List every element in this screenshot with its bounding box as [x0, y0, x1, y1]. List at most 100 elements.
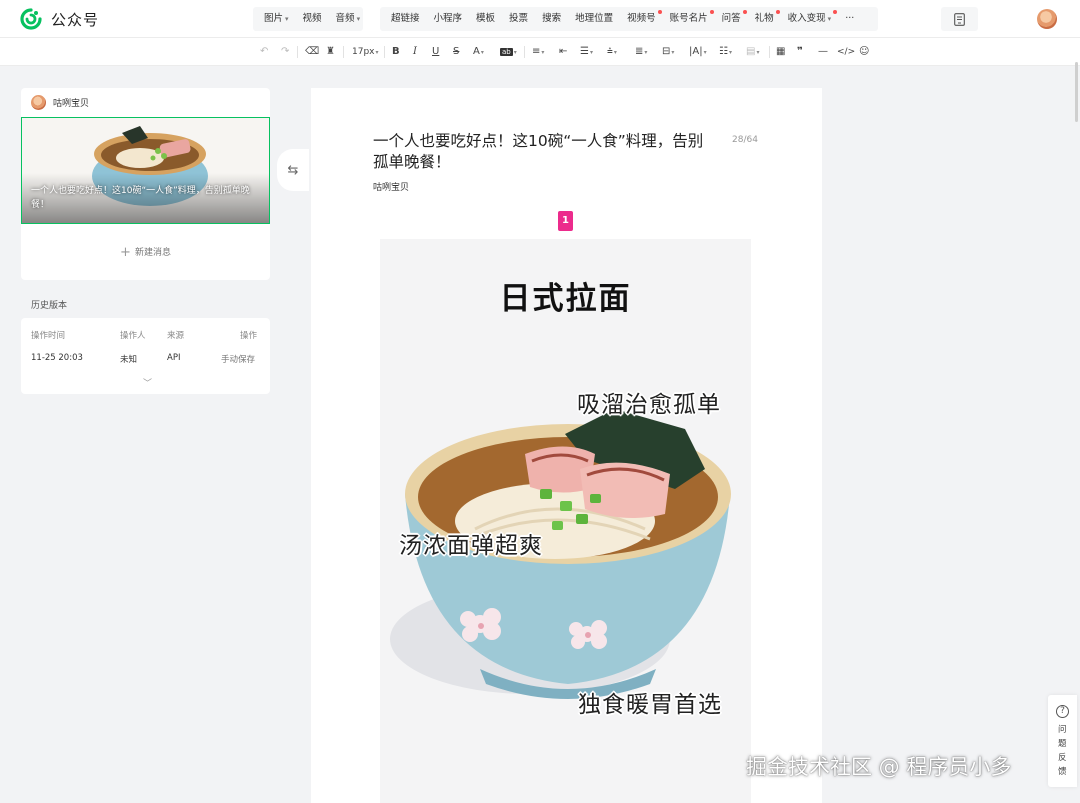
toolbar-divider	[297, 46, 298, 58]
feedback-button[interactable]: ? 问题反馈	[1048, 695, 1077, 787]
article-image[interactable]: 日式拉面 吸溜治愈孤单 汤浓面弹超爽 独食暖胃首选	[380, 239, 751, 803]
tools-item[interactable]: 小程序	[427, 7, 470, 31]
border-icon[interactable]: ▤▾	[746, 45, 759, 59]
align-icon[interactable]: ≡▾	[532, 45, 544, 59]
new-badge-dot	[833, 10, 838, 14]
feedback-label: 问题反馈	[1058, 725, 1067, 777]
background-color-icon[interactable]: ab ▾	[500, 45, 517, 59]
media-item-label: 视频	[302, 13, 322, 24]
media-item[interactable]: 视频	[296, 7, 329, 31]
media-menu: 图片 ▾ 视频 音频 ▾	[253, 7, 363, 31]
format-toolbar: ↶ ↷ ⌫ ♜ 17px▾ B I U S A▾ ab ▾ ≡▾ ⇤ ☰▾ ⩮▾ …	[0, 38, 1080, 66]
plus-icon: +	[120, 245, 131, 260]
tools-item[interactable]: 投票	[502, 7, 535, 31]
tools-item[interactable]: 视频号	[620, 7, 663, 31]
chevron-down-icon: ▾	[285, 15, 289, 23]
list-icon[interactable]: ☷▾	[719, 45, 732, 59]
media-item[interactable]: 音频 ▾	[329, 7, 368, 31]
article-author-input[interactable]: 咕咧宝贝	[373, 180, 409, 193]
table-icon[interactable]: ▦	[776, 45, 785, 59]
letter-spacing-icon[interactable]: |A|▾	[689, 45, 707, 59]
page-scrollbar[interactable]	[1075, 62, 1078, 122]
tools-item[interactable]: 问答	[715, 7, 748, 31]
underline-icon[interactable]: U	[432, 45, 439, 59]
history-title: 历史版本	[31, 301, 68, 311]
history-source: API	[167, 353, 181, 363]
media-item-label: 音频	[335, 13, 355, 24]
tools-item[interactable]: 搜索	[535, 7, 568, 31]
new-message-button[interactable]: + 新建消息	[21, 245, 270, 260]
tools-item-label: 收入变现	[787, 13, 826, 24]
top-bar: 公众号 图片 ▾ 视频 音频 ▾ 超链接 小程序 模板 投票 搜索 地理位置 视频号 账号名片 问答 礼物…	[0, 0, 1080, 38]
clear-format-icon[interactable]: ⌫	[305, 45, 319, 59]
user-avatar[interactable]	[1037, 9, 1057, 29]
history-header-operator: 操作人	[120, 331, 146, 341]
tools-item-label: 问答	[721, 13, 741, 24]
redo-icon[interactable]: ↷	[281, 45, 289, 59]
media-item-label: 图片	[264, 13, 284, 24]
brand[interactable]: 公众号	[20, 8, 99, 30]
question-icon: ?	[1056, 705, 1069, 718]
phone-preview-icon	[954, 12, 965, 26]
quote-icon[interactable]: ❞	[797, 45, 803, 59]
tools-item[interactable]: 地理位置	[568, 7, 620, 31]
font-size-select[interactable]: 17px▾	[352, 45, 379, 59]
editor-area[interactable]: 一个人也要吃好点！这10碗“一人食”料理，告别孤单晚餐！ 28/64 咕咧宝贝 …	[311, 88, 822, 803]
tools-item-label: 模板	[476, 13, 496, 24]
account-name: 咕咧宝贝	[53, 99, 90, 109]
watermark: 掘金技术社区 @ 程序员小多	[746, 755, 1012, 779]
indent-icon[interactable]: ⇤	[559, 45, 567, 59]
new-badge-dot	[657, 10, 662, 14]
history-time: 11-25 20:03	[31, 353, 83, 363]
tools-item-label: 搜索	[542, 13, 562, 24]
history-header-action: 操作	[240, 331, 258, 341]
tools-item-label: 超链接	[391, 13, 420, 24]
undo-icon[interactable]: ↶	[260, 45, 268, 59]
tools-item[interactable]: 账号名片	[663, 7, 715, 31]
paragraph-spacing-top-icon[interactable]: ⩮▾	[607, 45, 617, 59]
new-message-label: 新建消息	[134, 248, 171, 258]
image-caption-2: 汤浓面弹超爽	[399, 533, 543, 559]
account-avatar	[31, 95, 46, 110]
media-item[interactable]: 图片 ▾	[257, 7, 296, 31]
tools-item[interactable]: ···	[838, 7, 861, 31]
swap-arrows-icon: ⇆	[287, 162, 299, 178]
tools-menu: 超链接 小程序 模板 投票 搜索 地理位置 视频号 账号名片 问答 礼物 收入变现 ▾ ···	[380, 7, 878, 31]
italic-icon[interactable]: I	[413, 45, 417, 59]
strikethrough-icon[interactable]: S	[453, 45, 459, 59]
code-icon[interactable]: </>	[837, 45, 855, 59]
paragraph-spacing-bottom-icon[interactable]: ≣▾	[635, 45, 647, 59]
tools-item[interactable]: 模板	[469, 7, 502, 31]
toolbar-divider	[384, 46, 385, 58]
article-title-input[interactable]: 一个人也要吃好点！这10碗“一人食”料理，告别孤单晚餐！	[373, 131, 713, 173]
line-height-icon[interactable]: ☰▾	[580, 45, 593, 59]
tools-item[interactable]: 礼物	[748, 7, 781, 31]
divider-line-icon[interactable]: —	[818, 45, 828, 59]
swap-view-button[interactable]: ⇆	[277, 149, 309, 191]
history-action-link[interactable]: 手动保存	[221, 353, 255, 365]
history-header-time: 操作时间	[31, 331, 66, 341]
font-color-icon[interactable]: A▾	[473, 45, 484, 59]
toolbar-divider	[524, 46, 525, 58]
mobile-preview-button[interactable]	[941, 7, 978, 31]
tools-item-label: 礼物	[754, 13, 774, 24]
history-header-source: 来源	[167, 331, 185, 341]
history-operator: 未知	[120, 355, 138, 365]
tools-item-label: 视频号	[627, 13, 656, 24]
emoji-icon[interactable]: ☺	[859, 45, 869, 59]
chevron-down-icon: ▾	[356, 15, 361, 23]
toolbar-divider	[343, 46, 344, 58]
chevron-down-icon[interactable]: ﹀	[143, 376, 152, 389]
tools-item[interactable]: 收入变现 ▾	[781, 7, 839, 31]
bold-icon[interactable]: B	[392, 45, 400, 59]
image-caption-3: 独食暖胃首选	[578, 692, 722, 718]
format-painter-icon[interactable]: ♜	[326, 45, 335, 59]
tools-item[interactable]: 超链接	[384, 7, 427, 31]
image-index-badge: 1	[558, 211, 573, 231]
tools-item-label: 小程序	[433, 13, 463, 24]
edge-spacing-icon[interactable]: ⊟▾	[662, 45, 674, 59]
chevron-down-icon: ▾	[827, 15, 832, 23]
font-size-value: 17px	[352, 47, 375, 57]
article-thumbnail[interactable]: 一个人也要吃好点！这10碗“一人食”料理，告别孤单晚餐！	[21, 117, 270, 224]
image-caption-1: 吸溜治愈孤单	[577, 392, 721, 418]
